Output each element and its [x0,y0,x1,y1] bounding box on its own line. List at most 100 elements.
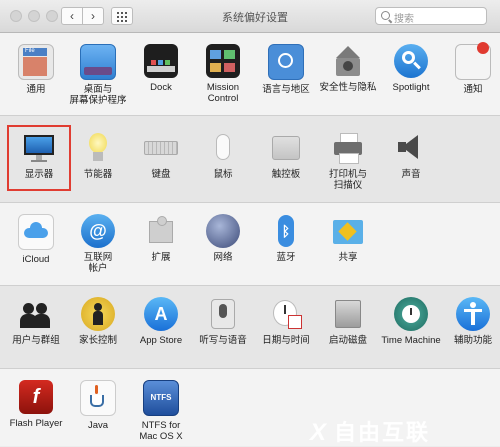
pref-keyboard[interactable]: 键盘 [129,131,193,180]
watermark-text: 自由互联 [334,420,431,445]
pref-internet-accounts[interactable]: @ 互联网 帐户 [66,214,130,274]
security-privacy-icon [331,44,365,78]
pref-language-region[interactable]: 语言与地区 [254,44,318,95]
title-bar: ‹ › 系统偏好设置 搜索 [0,0,500,33]
minimize-window-button[interactable] [28,10,40,22]
startup-disk-icon [331,297,365,331]
pref-label: 网络 [213,252,233,263]
pref-label: 日期与时间 [262,335,310,346]
pref-label: 节能器 [83,169,113,180]
time-machine-icon [394,297,428,331]
back-button[interactable]: ‹ [61,7,83,25]
search-field[interactable]: 搜索 [375,7,487,25]
pref-label: 显示器 [24,169,54,180]
pref-icloud[interactable]: iCloud [4,214,68,265]
accessibility-icon [456,297,490,331]
pref-label: 通知 [463,84,483,95]
pref-label: 辅助功能 [453,335,492,346]
watermark-logo-icon: X [310,419,329,446]
pref-ntfs[interactable]: NTFS NTFS for Mac OS X [129,380,193,442]
pref-label: 鼠标 [213,169,233,180]
pref-label: 共享 [338,252,358,263]
pref-parental-controls[interactable]: 家长控制 [66,297,130,346]
pref-network[interactable]: 网络 [191,214,255,263]
pref-dictation-speech[interactable]: 听写与语音 [191,297,255,346]
pref-label: Spotlight [392,82,430,93]
pref-notifications[interactable]: 通知 [441,42,500,95]
dock-icon [144,44,178,78]
general-icon: File [18,44,54,80]
parental-controls-icon [81,297,115,331]
users-groups-icon [19,297,53,331]
pref-time-machine[interactable]: Time Machine [379,297,443,346]
pref-displays[interactable]: 显示器 [7,131,71,180]
pref-startup-disk[interactable]: 启动磁盘 [316,297,380,346]
pref-extensions[interactable]: 扩展 [129,214,193,263]
ntfs-icon: NTFS [143,380,179,416]
pref-flash-player[interactable]: f Flash Player [4,380,68,429]
extensions-icon [144,214,178,248]
pref-sharing[interactable]: 共享 [316,214,380,263]
zoom-window-button[interactable] [46,10,58,22]
printers-scanners-icon [331,131,365,165]
pref-label: 启动磁盘 [328,335,367,346]
window-title: 系统偏好设置 [222,12,288,24]
date-time-icon [269,297,303,331]
pref-label: 互联网 帐户 [83,252,113,274]
keyboard-icon [144,131,178,165]
pref-label: Dock [150,82,172,93]
search-placeholder: 搜索 [394,14,414,25]
pref-dock[interactable]: Dock [129,44,193,93]
pref-label: 扩展 [151,252,171,263]
energy-saver-icon [81,131,115,165]
mission-control-icon [206,44,240,78]
pref-label: 家长控制 [78,335,117,346]
pref-label: 用户与群组 [12,335,60,346]
mouse-icon [206,131,240,165]
pref-label: 通用 [26,84,46,95]
pref-date-time[interactable]: 日期与时间 [254,297,318,346]
pref-mouse[interactable]: 鼠标 [191,131,255,180]
sound-icon [394,131,428,165]
pref-label: Java [87,420,109,431]
pref-label: 桌面与 屏幕保护程序 [69,84,127,106]
pref-desktop-screensaver[interactable]: 桌面与 屏幕保护程序 [66,44,130,106]
pref-bluetooth[interactable]: ᛒ 蓝牙 [254,214,318,263]
pref-label: 键盘 [151,169,171,180]
pref-users-groups[interactable]: 用户与群组 [4,297,68,346]
pref-label: 打印机与 扫描仪 [328,169,367,191]
network-icon [206,214,240,248]
close-window-button[interactable] [10,10,22,22]
show-all-button[interactable] [111,7,133,25]
sharing-icon [331,214,365,248]
java-icon [80,380,116,416]
pref-sound[interactable]: 声音 [379,131,443,180]
pref-label: Flash Player [9,418,63,429]
displays-icon [22,131,56,165]
pref-app-store[interactable]: A App Store [129,297,193,346]
pref-security-privacy[interactable]: 安全性与隐私 [316,44,380,93]
app-store-icon: A [144,297,178,331]
pref-label: 触控板 [271,169,301,180]
pref-label: 蓝牙 [276,252,296,263]
pref-mission-control[interactable]: Mission Control [191,44,255,104]
pref-label: 声音 [401,169,421,180]
pref-label: 听写与语音 [199,335,247,346]
search-icon [381,11,390,20]
pref-accessibility[interactable]: 辅助功能 [441,297,500,346]
flash-player-icon: f [19,380,53,414]
pref-label: 语言与地区 [262,84,310,95]
pref-java[interactable]: Java [66,380,130,431]
watermark: X 自由互联 [310,415,498,446]
trackpad-icon [269,131,303,165]
pref-trackpad[interactable]: 触控板 [254,131,318,180]
pref-spotlight[interactable]: Spotlight [379,44,443,93]
pref-label: 安全性与隐私 [319,82,377,93]
pref-printers-scanners[interactable]: 打印机与 扫描仪 [316,131,380,191]
internet-accounts-icon: @ [81,214,115,248]
desktop-screensaver-icon [80,44,116,80]
pref-energy-saver[interactable]: 节能器 [66,131,130,180]
forward-button[interactable]: › [82,7,104,25]
pref-label: Mission Control [206,82,240,104]
pref-general[interactable]: File 通用 [4,44,68,95]
